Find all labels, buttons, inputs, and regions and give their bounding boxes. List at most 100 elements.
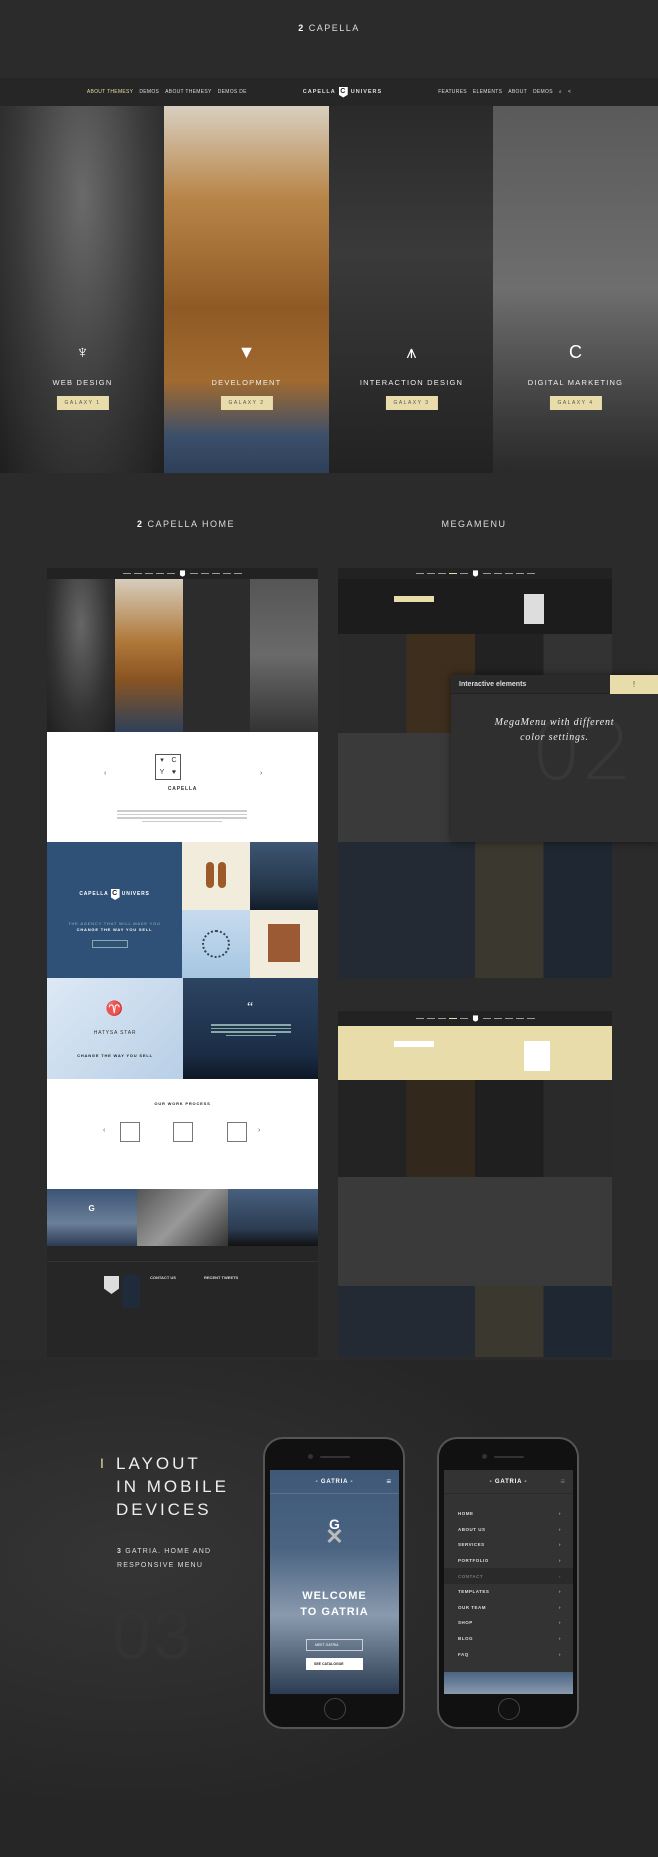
alert-badge[interactable]: ! [610,675,658,694]
hero-title: DEVELOPMENT [211,378,282,387]
nav-demos-right[interactable]: DEMOS [533,89,553,95]
mock-nav [338,1011,612,1026]
see-catalogue-button[interactable]: SEE CATALOGUE [306,1658,363,1670]
slider-next-icon[interactable]: › [260,770,262,777]
megamenu-yellow-panel [338,1026,612,1080]
mock-nav [338,568,612,579]
menu-item-services[interactable]: SERVICES › [444,1537,573,1553]
dim-grid [475,842,612,978]
galaxy-1-button[interactable]: GALAXY 1 [56,396,109,410]
contact-title: CONTACT US [150,1275,176,1280]
nav-elements[interactable]: ELEMENTS [473,89,502,95]
dim-grid [338,1286,612,1357]
badge-image [182,910,250,978]
process-icon-1 [120,1122,140,1142]
hatysa-block: ♈ HATYSA STAR CHANGE THE WAY YOU SELL [47,978,183,1079]
phone-brand: - GATRIA - [444,1470,573,1494]
wave-c-icon: C [569,342,582,362]
megamenu-thumbnail [524,594,544,624]
mobile-title: I LAYOUT IN MOBILE DEVICES [100,1454,229,1519]
menu-item-home[interactable]: HOME › [444,1506,573,1522]
megamenu-mockup-yellow [338,1011,612,1357]
dim-slider [338,1177,612,1286]
deer-image [228,1189,318,1246]
dim-hero [338,1080,612,1177]
hatysa-change: CHANGE THE WAY YOU SELL [77,1053,153,1058]
menu-item-about-us[interactable]: ABOUT US › [444,1522,573,1538]
leather-image [250,910,318,978]
nav-demos-de[interactable]: DEMOS DE [218,89,247,95]
hero-title: WEB DESIGN [52,378,113,387]
hero-panel-digital-marketing[interactable]: C DIGITAL MARKETING GALAXY 4 [493,106,658,473]
nav-about-themesy[interactable]: ABOUT THEMESY [87,89,134,95]
antelope-icon: ♈ [105,1000,125,1016]
footer-badge-icon [104,1276,119,1294]
nav-about[interactable]: ABOUT [508,89,527,95]
capella-slider: ▾ C Y ♥ CAPELLA ‹ › [47,732,318,842]
fox-head-icon: ▼ [237,342,256,362]
footer-person [122,1274,140,1308]
eagle-icon: ⩚ [406,342,417,362]
page-title: 2 CAPELLA [298,23,360,33]
megamenu-thumbnail [524,1041,550,1071]
interactive-caption: MegaMenu with different color settings. [494,717,615,743]
phone-home-screen: - GATRIA - ≡ G ✕ WELCOME TO GATRIA MEET GA… [270,1470,399,1694]
share-icon[interactable]: < [568,89,571,95]
agency-text: THE AGENCY THAT WILL MAKE YOU [68,921,161,926]
megamenu-active-item[interactable] [394,1041,434,1047]
social-strip [47,1246,318,1261]
mock-hero-4 [250,579,318,732]
process-title: OUR WORK PROCESS [154,1101,211,1106]
univers-logo: CAPELLA C UNIVERS [47,889,182,900]
process-icon-2 [173,1122,193,1142]
meet-gatria-button[interactable]: MEET GATRIA [306,1639,363,1651]
home-button[interactable] [498,1698,520,1720]
nav-about-themesy-2[interactable]: ABOUT THEMESY [165,89,212,95]
home-mockup: ▾ C Y ♥ CAPELLA ‹ › CAPELLA C UNIVERS THE A… [47,568,318,1357]
quote-icon: “ [246,1000,254,1015]
mock-hero-2 [115,579,183,732]
quote-text [211,1022,291,1038]
hero-panel-web-design[interactable]: ♆ WEB DESIGN GALAXY 1 [0,106,165,473]
top-nav: ABOUT THEMESY DEMOS ABOUT THEMESY DEMOS … [0,78,658,106]
hamburger-menu-icon[interactable]: ≡ [560,1477,565,1486]
slider-prev-icon[interactable]: ‹ [104,770,106,777]
footer: CONTACT US RECENT TWEETS [47,1261,318,1357]
section-title-home: 2 CAPELLA HOME [136,519,236,529]
phone-brand: - GATRIA - [270,1470,399,1494]
antler-image [250,842,318,910]
galaxy-3-button[interactable]: GALAXY 3 [385,396,438,410]
work-process: OUR WORK PROCESS ‹ › [47,1079,318,1189]
menu-item-shop[interactable]: SHOP › [444,1615,573,1631]
hamburger-menu-icon[interactable]: ≡ [386,1477,391,1486]
menu-item-blog[interactable]: BLOG › [444,1631,573,1647]
hero-panel-development[interactable]: ▼ DEVELOPMENT GALAXY 2 [164,106,329,473]
dim-univers [338,842,475,978]
menu-item-portfolio[interactable]: PORTFOLIO › [444,1553,573,1569]
shoes-image [182,842,250,910]
home-button[interactable] [324,1698,346,1720]
nav-features[interactable]: FEATURES [438,89,467,95]
menu-item-templates[interactable]: TEMPLATES › [444,1584,573,1600]
section-title-megamenu: MEGAMENU [441,519,507,529]
nav-demos[interactable]: DEMOS [139,89,159,95]
logo[interactable]: CAPELLA C UNIVERS [303,86,382,98]
search-icon[interactable]: ⌕ [559,89,562,95]
deer-head-icon: ♆ [75,342,90,362]
visit-button[interactable] [92,940,128,948]
process-prev-icon[interactable]: ‹ [103,1127,105,1134]
mock-nav [47,568,318,579]
menu-item-faq[interactable]: FAQ › [444,1646,573,1662]
mobile-big-number: 03 [112,1596,194,1674]
capella-text [117,808,247,824]
process-icon-3 [227,1122,247,1142]
galaxy-4-button[interactable]: GALAXY 4 [549,396,602,410]
menu-item-contact[interactable]: CONTACT › [444,1568,573,1584]
process-next-icon[interactable]: › [258,1127,260,1134]
capella-label: CAPELLA [167,786,198,792]
portrait-image [137,1189,228,1246]
menu-item-our-team[interactable]: OUR TEAM › [444,1600,573,1616]
galaxy-2-button[interactable]: GALAXY 2 [220,396,273,410]
megamenu-active-item[interactable] [394,596,434,602]
hero-panel-interaction-design[interactable]: ⩚ INTERACTION DESIGN GALAXY 3 [329,106,494,473]
